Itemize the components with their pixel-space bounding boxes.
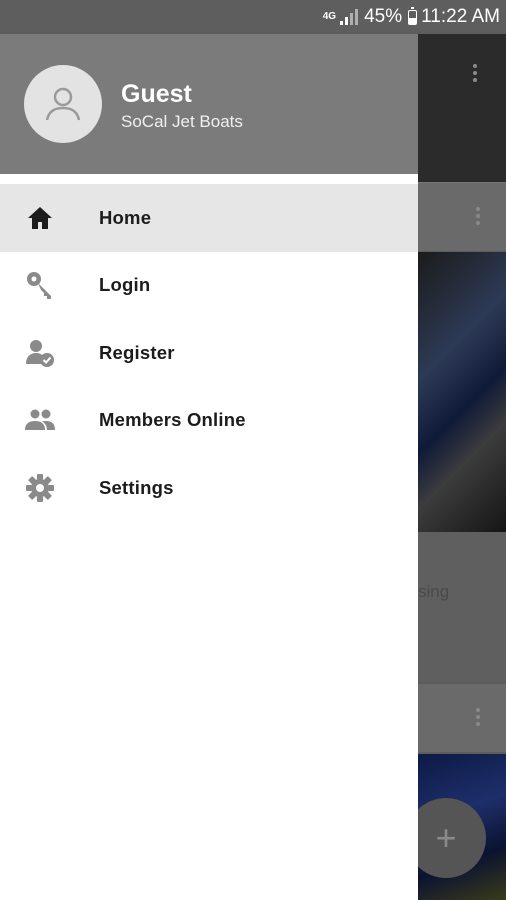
menu-item-register[interactable]: Register <box>0 319 418 387</box>
menu-item-home[interactable]: Home <box>0 184 418 252</box>
card-menu-icon <box>476 708 480 729</box>
navigation-drawer: Guest SoCal Jet Boats Home Login Registe… <box>0 34 418 900</box>
partial-text: sing <box>418 582 450 601</box>
status-bar: 4G 45% 11:22 AM <box>0 0 506 34</box>
menu-label-login: Login <box>99 274 151 296</box>
menu-item-members-online[interactable]: Members Online <box>0 387 418 455</box>
home-icon <box>24 202 56 234</box>
user-name: Guest <box>121 80 192 108</box>
background-card <box>418 684 506 752</box>
battery-icon <box>408 6 418 25</box>
background-card-text: sing <box>418 532 506 682</box>
menu-label-register: Register <box>99 341 175 363</box>
menu-label-settings: Settings <box>99 476 174 498</box>
gear-icon <box>24 472 56 504</box>
menu-label-members-online: Members Online <box>99 409 246 431</box>
group-icon <box>24 404 56 436</box>
clock: 11:22 AM <box>421 6 500 27</box>
background-card <box>418 182 506 251</box>
key-icon <box>24 269 56 301</box>
menu-item-settings[interactable]: Settings <box>0 454 418 522</box>
add-fab-icon: + <box>406 798 486 878</box>
drawer-header: Guest SoCal Jet Boats <box>0 34 418 174</box>
card-menu-icon <box>476 207 480 228</box>
register-user-icon <box>24 337 56 369</box>
avatar[interactable] <box>24 65 102 143</box>
person-icon <box>45 87 81 121</box>
signal-icon <box>340 9 359 25</box>
status-icons: 4G <box>322 9 359 25</box>
background-image <box>418 252 506 532</box>
menu-label-home: Home <box>99 206 152 228</box>
network-type-icon: 4G <box>322 11 337 22</box>
overflow-menu-icon <box>473 64 477 85</box>
battery-percent: 45% <box>364 6 403 27</box>
site-name: SoCal Jet Boats <box>121 112 243 131</box>
menu-item-login[interactable]: Login <box>0 252 418 320</box>
drawer-menu: Home Login Register Members Online Setti… <box>0 184 418 522</box>
